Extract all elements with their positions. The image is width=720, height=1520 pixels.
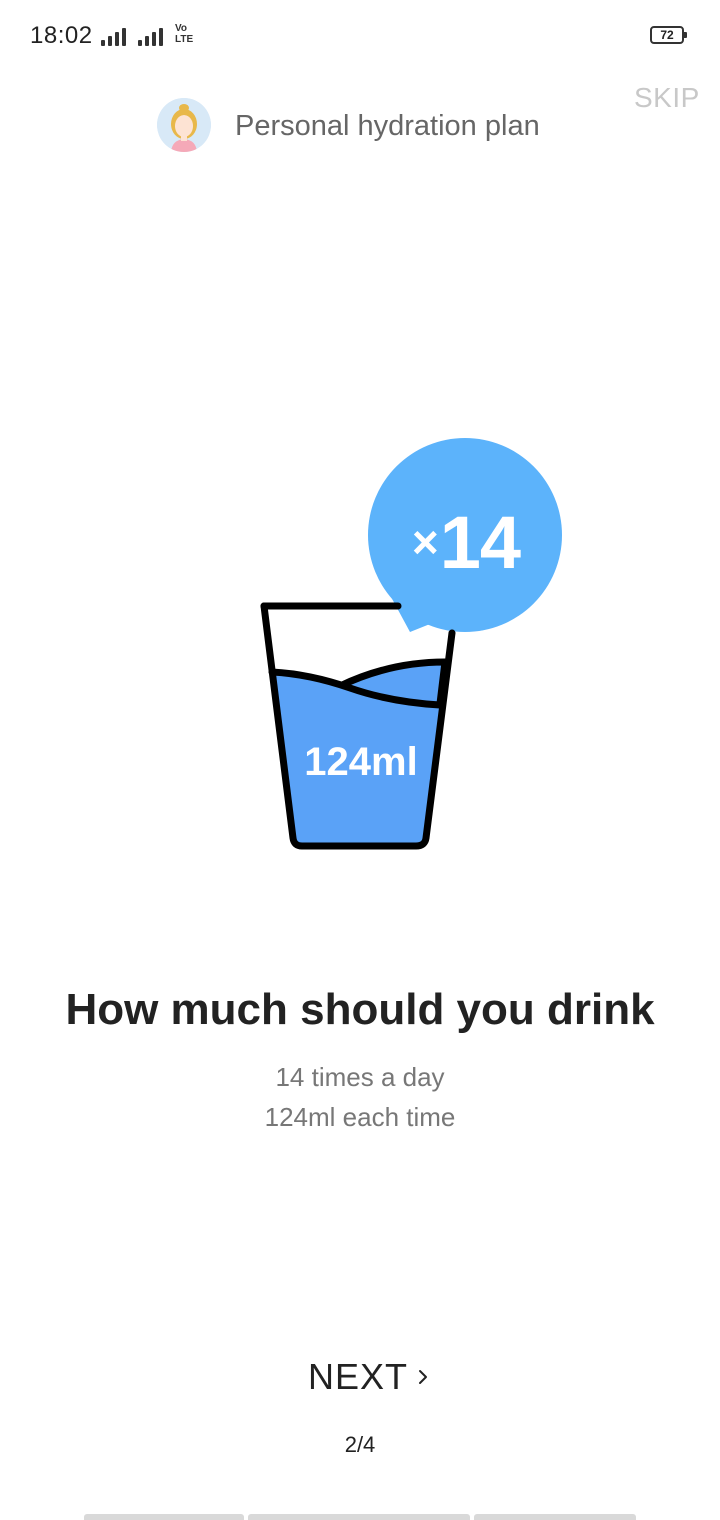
times-symbol: × bbox=[411, 516, 439, 568]
chevron-right-icon bbox=[414, 1368, 432, 1386]
progress-segment bbox=[84, 1514, 244, 1520]
avatar-icon bbox=[157, 98, 211, 152]
next-label: NEXT bbox=[307, 1356, 408, 1397]
battery-icon: 72 bbox=[650, 26, 687, 44]
signal-icon bbox=[138, 26, 163, 46]
progress-bar bbox=[84, 1514, 636, 1520]
frequency-text: 14 times a day bbox=[275, 1062, 445, 1092]
times-count: 14 bbox=[439, 501, 521, 584]
skip-button[interactable]: SKIP bbox=[634, 82, 700, 114]
page-title: Personal hydration plan bbox=[235, 110, 540, 142]
volte-icon: Vo LTE bbox=[175, 23, 194, 45]
headline: How much should you drink bbox=[65, 985, 655, 1034]
progress-segment bbox=[474, 1514, 636, 1520]
page-indicator: 2/4 bbox=[344, 1432, 376, 1457]
signal-icon bbox=[101, 26, 126, 46]
amount-text: 124ml each time bbox=[264, 1102, 456, 1132]
glass-icon bbox=[260, 438, 562, 850]
next-button[interactable]: NEXT bbox=[300, 1352, 440, 1402]
hydration-illustration: ×14 124ml bbox=[240, 430, 580, 870]
onboarding-screen: 18:02 Vo LTE 72 SKIP Personal hydration p… bbox=[0, 0, 720, 1520]
progress-segment bbox=[248, 1514, 470, 1520]
status-time: 18:02 bbox=[30, 22, 93, 49]
glass-amount: 124ml bbox=[304, 740, 418, 784]
times-badge: ×14 bbox=[370, 500, 562, 585]
status-bar: 18:02 Vo LTE 72 bbox=[0, 0, 720, 72]
